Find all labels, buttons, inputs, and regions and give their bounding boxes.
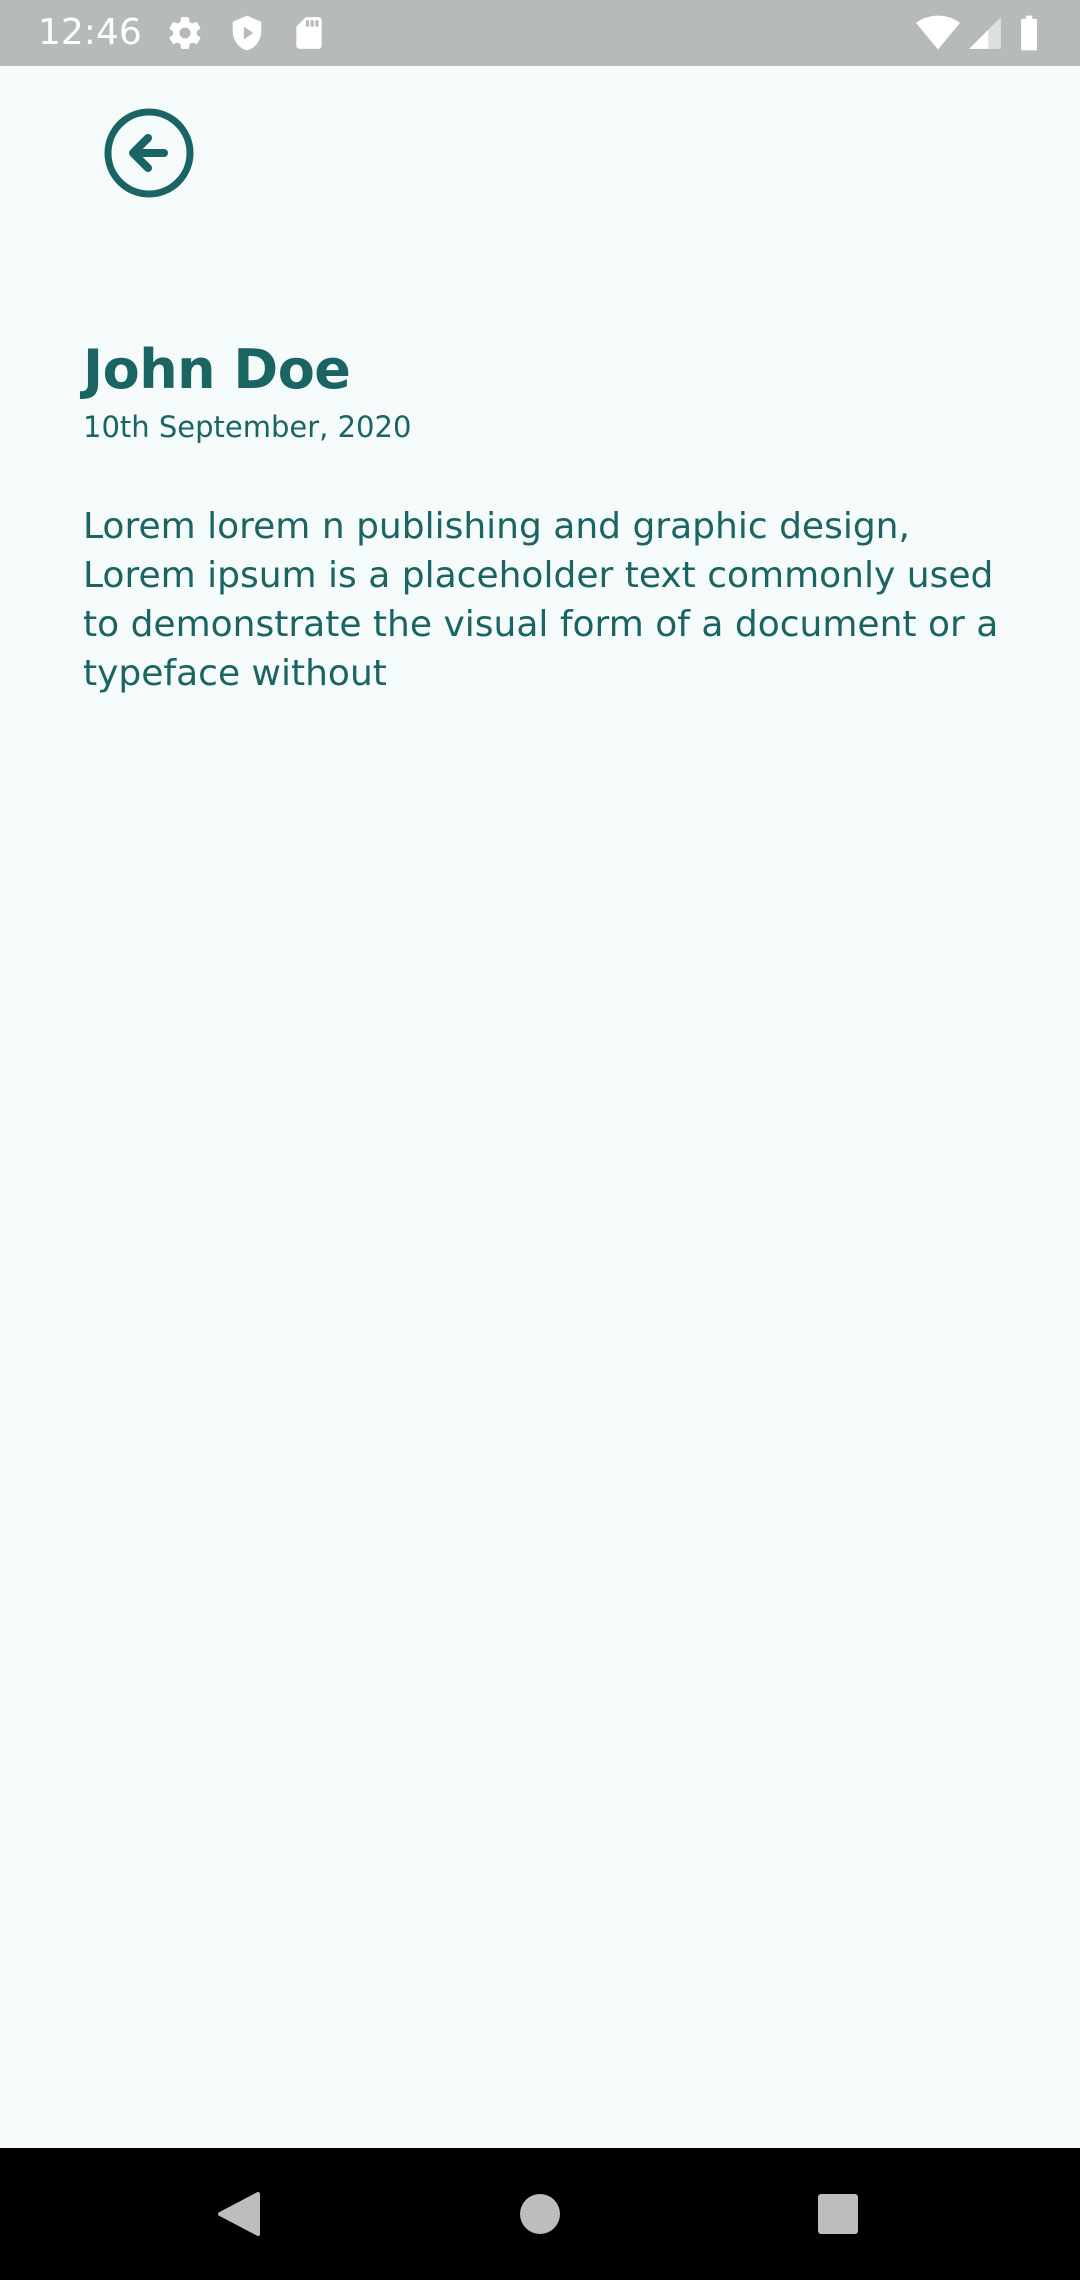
article-title: John Doe <box>83 338 351 401</box>
back-triangle-icon[interactable] <box>210 2184 270 2244</box>
wifi-icon <box>916 14 960 52</box>
arrow-left-circle-icon <box>100 108 200 208</box>
navigation-bar <box>0 2148 1080 2280</box>
signal-icon <box>966 14 1004 52</box>
article-body: Lorem lorem n publishing and graphic des… <box>83 506 999 694</box>
sd-card-icon <box>290 14 328 52</box>
status-time: 12:46 <box>38 12 142 53</box>
article-screen: John Doe 10th September, 2020 Lorem lore… <box>0 66 1080 2148</box>
shield-play-icon <box>228 14 266 52</box>
battery-icon <box>1012 14 1046 52</box>
recents-square-icon[interactable] <box>808 2184 868 2244</box>
home-circle-icon[interactable] <box>510 2184 570 2244</box>
gear-icon <box>166 14 204 52</box>
status-bar: 12:46 <box>0 0 1080 66</box>
article-date: 10th September, 2020 <box>83 410 412 444</box>
back-button[interactable] <box>100 104 200 204</box>
